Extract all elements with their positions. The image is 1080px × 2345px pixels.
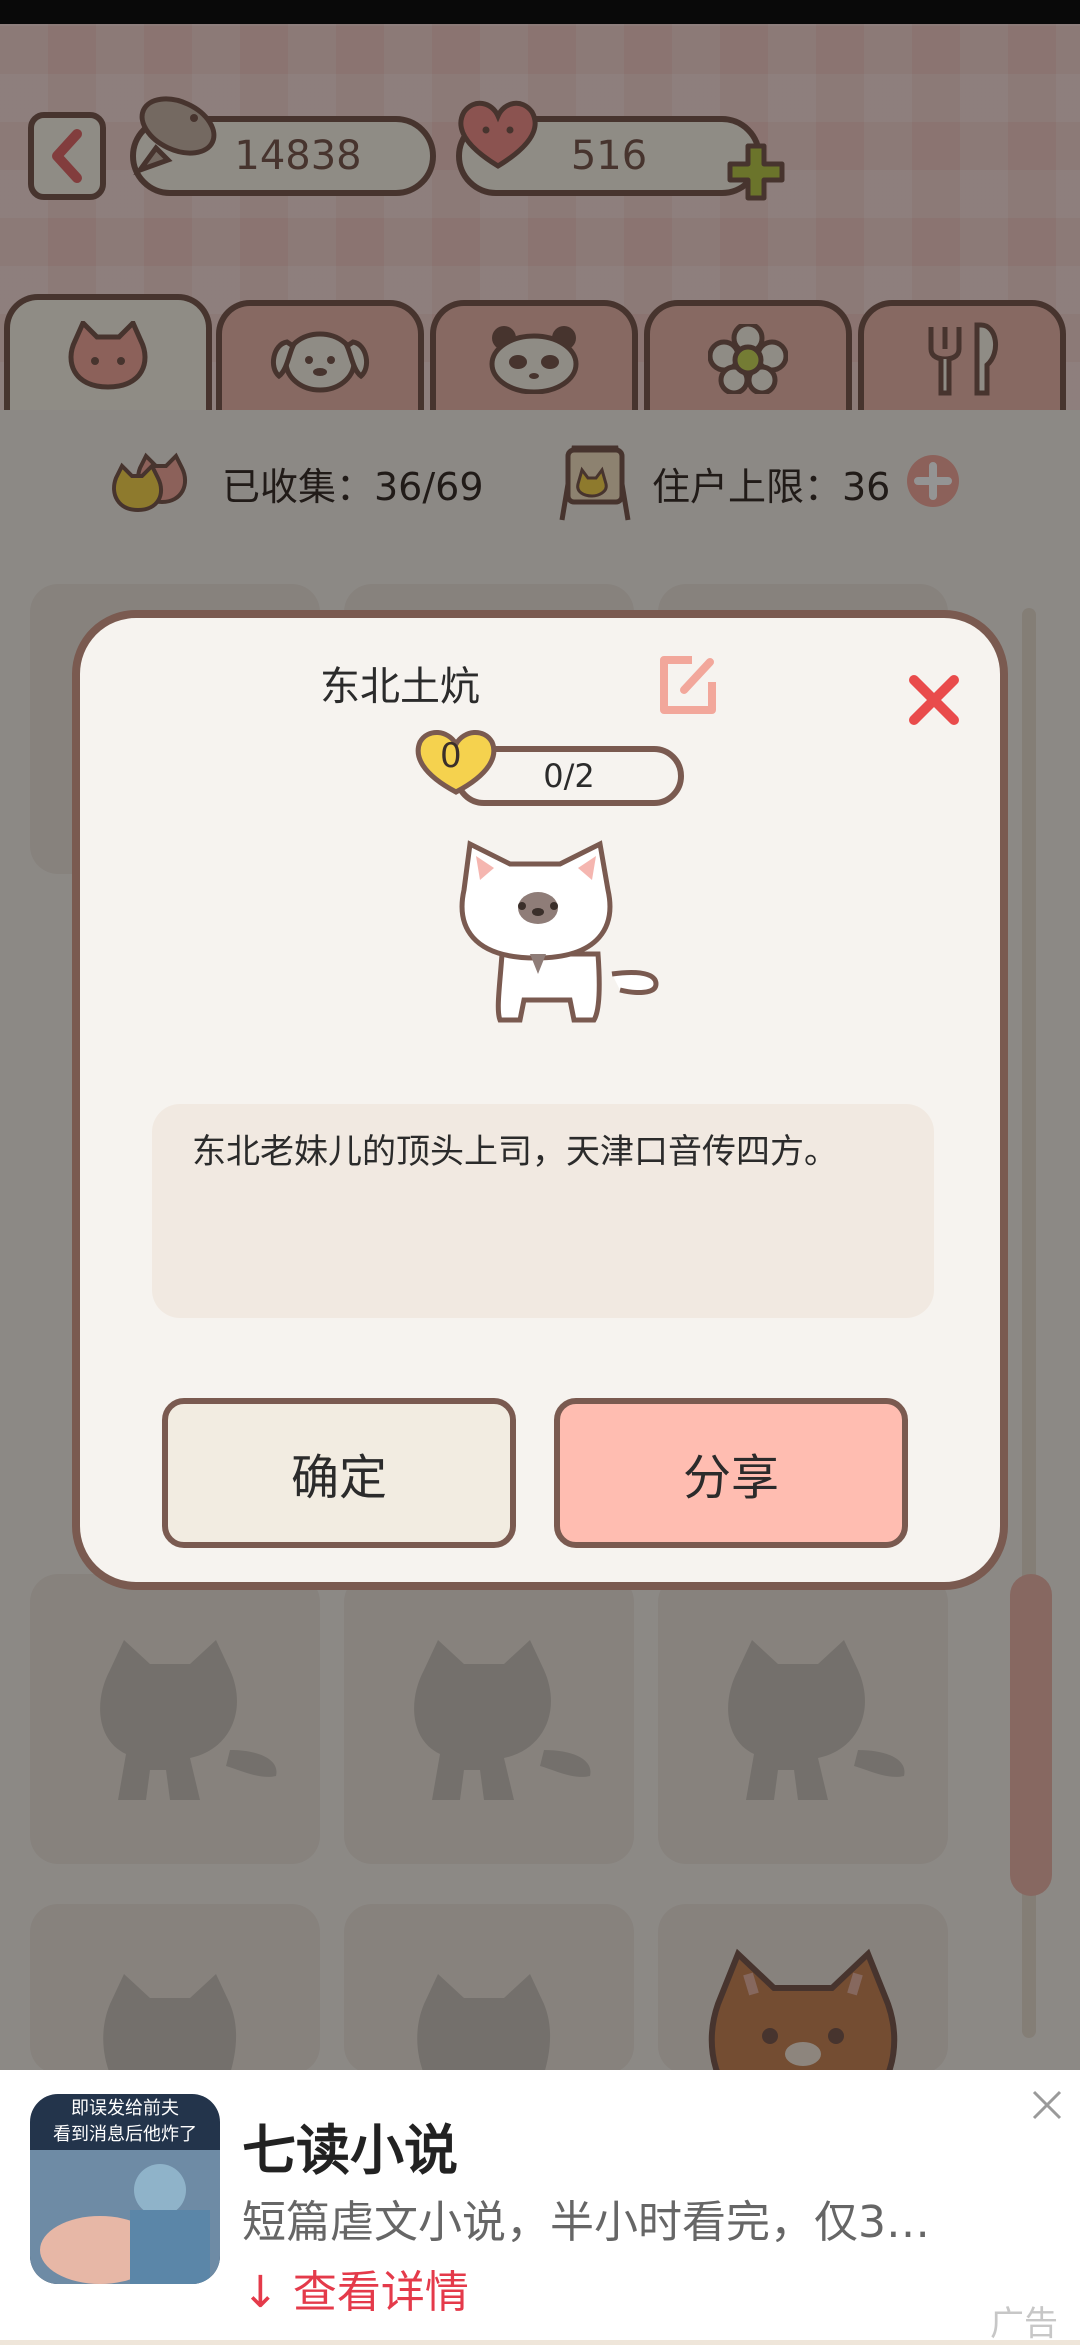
dialog-title: 东北土炕 <box>320 664 480 710</box>
white-cat-illustration <box>459 840 659 1023</box>
confirm-button[interactable]: 确定 <box>162 1398 516 1548</box>
cat-description: 东北老妹儿的顶头上司，天津口音传四方。 <box>152 1104 934 1318</box>
close-icon[interactable] <box>1030 2088 1064 2122</box>
ad-label: 广告 <box>990 2304 1058 2344</box>
close-icon[interactable] <box>904 670 964 730</box>
ad-thumbnail[interactable]: 即误发给前夫 看到消息后他炸了 <box>30 2094 220 2284</box>
share-button[interactable]: 分享 <box>554 1398 908 1548</box>
progress-text: 0/2 <box>543 757 595 795</box>
ad-thumb-scene <box>30 2150 220 2284</box>
heart-badge-count: 0 <box>440 736 462 776</box>
cat-detail-dialog: 东北土炕 0/2 0 东北老妹儿的顶头上司，天津口音传四方。 确定 分享 <box>72 610 1008 1590</box>
ad-subtitle: 短篇虐文小说，半小时看完，仅3… <box>242 2197 930 2248</box>
confirm-label: 确定 <box>290 1450 387 1506</box>
share-label: 分享 <box>682 1450 779 1506</box>
ad-details-link[interactable]: ↓ 查看详情 <box>242 2256 469 2320</box>
description-text: 东北老妹儿的顶头上司，天津口音传四方。 <box>192 1132 838 1172</box>
edit-name-icon[interactable] <box>656 652 722 718</box>
ad-thumb-caption-2: 看到消息后他炸了 <box>53 2124 197 2145</box>
ad-title: 七读小说 <box>242 2119 458 2182</box>
ad-banner[interactable]: 即误发给前夫 看到消息后他炸了 七读小说 短篇虐文小说，半小时看完，仅3… ↓ … <box>0 2070 1080 2344</box>
ad-thumb-caption-1: 即误发给前夫 <box>71 2098 179 2119</box>
